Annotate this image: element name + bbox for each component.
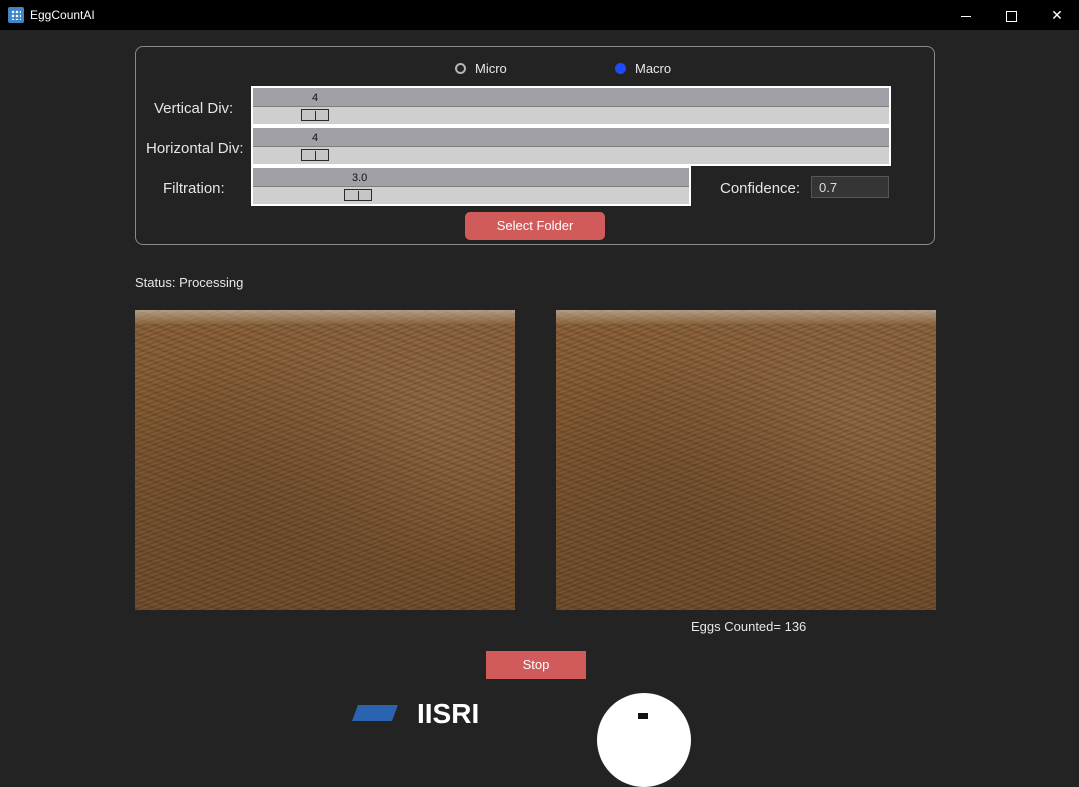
app-icon xyxy=(8,7,24,23)
processed-image xyxy=(556,310,936,610)
confidence-label: Confidence: xyxy=(720,180,801,197)
horizontal-div-label: Horizontal Div: xyxy=(146,140,244,157)
horizontal-div-slider[interactable]: 4 xyxy=(251,126,891,166)
filtration-label: Filtration: xyxy=(163,180,225,197)
status-text: Status: Processing xyxy=(135,275,244,290)
maximize-icon xyxy=(1005,10,1017,22)
select-folder-button[interactable]: Select Folder xyxy=(465,212,605,240)
horizontal-div-thumb[interactable] xyxy=(301,149,329,161)
radio-micro[interactable]: Micro xyxy=(455,61,507,76)
horizontal-div-value: 4 xyxy=(312,132,319,144)
filtration-slider[interactable]: 3.0 xyxy=(251,166,691,206)
vertical-div-slider[interactable]: 4 xyxy=(251,86,891,126)
filtration-value: 3.0 xyxy=(352,172,368,184)
vertical-div-value: 4 xyxy=(312,92,319,104)
radio-macro[interactable]: Macro xyxy=(615,61,671,76)
stop-button[interactable]: Stop xyxy=(486,651,586,679)
vertical-div-thumb[interactable] xyxy=(301,109,329,121)
title-bar: EggCountAI ✕ xyxy=(0,0,1079,30)
radio-macro-label: Macro xyxy=(635,61,672,76)
minimize-button[interactable] xyxy=(943,0,989,30)
filtration-thumb[interactable] xyxy=(344,189,372,201)
radio-micro-indicator xyxy=(455,63,466,74)
radio-micro-label: Micro xyxy=(475,61,507,76)
maximize-button[interactable] xyxy=(988,0,1034,30)
partner-logo xyxy=(597,693,691,787)
minimize-icon xyxy=(961,15,971,17)
graduation-cap-icon xyxy=(352,705,398,721)
confidence-input[interactable] xyxy=(811,176,889,198)
logo-text: IISRI xyxy=(417,698,480,729)
eggs-counted-text: Eggs Counted= 136 xyxy=(691,619,807,634)
window-title: EggCountAI xyxy=(30,8,95,22)
close-icon: ✕ xyxy=(1051,7,1063,23)
vertical-div-label: Vertical Div: xyxy=(154,100,234,117)
original-image xyxy=(135,310,515,610)
iisri-logo: IISRI xyxy=(352,700,505,728)
close-button[interactable]: ✕ xyxy=(1034,0,1079,30)
radio-macro-indicator xyxy=(615,63,626,74)
